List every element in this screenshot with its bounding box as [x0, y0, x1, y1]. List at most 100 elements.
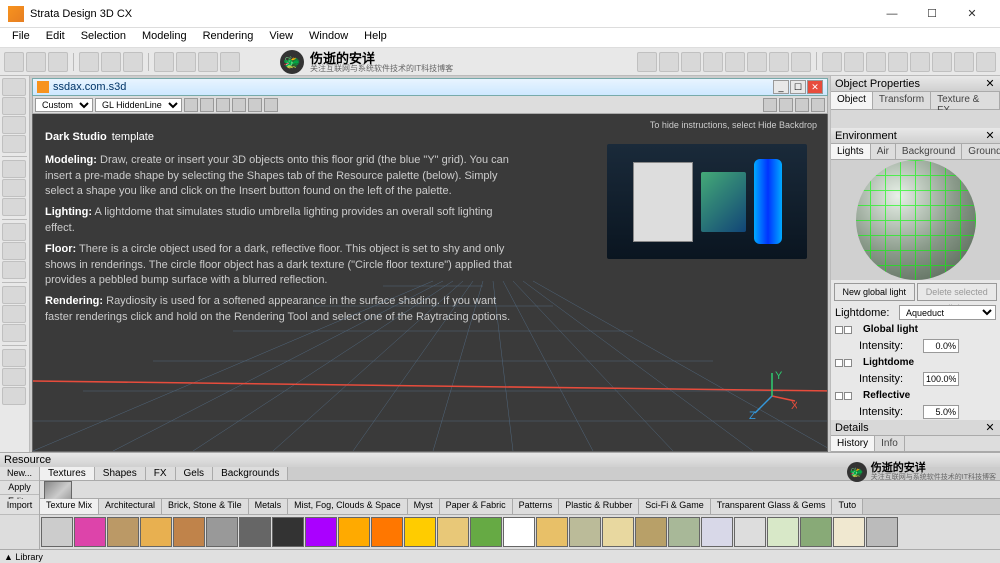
library-footer[interactable]: ▲ Library	[0, 549, 1000, 563]
tool-btn[interactable]	[26, 52, 46, 72]
tool-btn[interactable]	[659, 52, 679, 72]
tool-btn[interactable]	[176, 52, 196, 72]
light-tool[interactable]	[2, 242, 26, 260]
reflective-intensity-input[interactable]	[923, 405, 959, 419]
menu-rendering[interactable]: Rendering	[195, 28, 262, 47]
vp-toggle[interactable]	[216, 98, 230, 112]
tool-btn[interactable]	[844, 52, 864, 72]
tool-btn[interactable]	[154, 52, 174, 72]
misc-tool[interactable]	[2, 387, 26, 405]
lib-tab[interactable]: Patterns	[513, 499, 560, 514]
vp-toggle[interactable]	[200, 98, 214, 112]
tool-btn[interactable]	[888, 52, 908, 72]
texture-swatch[interactable]	[734, 517, 766, 547]
tab-shapes[interactable]: Shapes	[95, 467, 146, 480]
tab-gels[interactable]: Gels	[176, 467, 214, 480]
vp-opt[interactable]	[811, 98, 825, 112]
lib-tab[interactable]: Mist, Fog, Clouds & Space	[288, 499, 408, 514]
menu-modeling[interactable]: Modeling	[134, 28, 195, 47]
pen-tool[interactable]	[2, 179, 26, 197]
tool-btn[interactable]	[703, 52, 723, 72]
tool-btn[interactable]	[220, 52, 240, 72]
misc-tool[interactable]	[2, 368, 26, 386]
global-light-toggle[interactable]	[835, 326, 855, 334]
tab-ground[interactable]: Ground	[962, 144, 1000, 159]
lib-tab[interactable]: Brick, Stone & Tile	[162, 499, 249, 514]
lightdome-select[interactable]: Aqueduct	[899, 305, 996, 320]
camera-tool[interactable]	[2, 223, 26, 241]
texture-swatch[interactable]	[668, 517, 700, 547]
doc-close[interactable]: ✕	[807, 80, 823, 94]
global-intensity-input[interactable]	[923, 339, 959, 353]
tab-history[interactable]: History	[831, 436, 875, 451]
tool-btn[interactable]	[932, 52, 952, 72]
delete-light-button[interactable]: Delete selected light	[917, 283, 998, 301]
viewport-3d[interactable]: To hide instructions, select Hide Backdr…	[32, 114, 828, 452]
view-mode-select[interactable]: Custom	[35, 98, 93, 112]
tab-object[interactable]: Object	[831, 92, 873, 109]
lib-tab[interactable]: Myst	[408, 499, 440, 514]
panel-close-icon[interactable]: ✕	[984, 77, 996, 90]
texture-swatch[interactable]	[41, 517, 73, 547]
tool-btn[interactable]	[4, 52, 24, 72]
render-tool[interactable]	[2, 261, 26, 279]
lightdome-intensity-input[interactable]	[923, 372, 959, 386]
texture-swatch[interactable]	[437, 517, 469, 547]
tab-transform[interactable]: Transform	[873, 92, 931, 109]
tab-textures[interactable]: Textures	[40, 467, 95, 480]
vp-toggle[interactable]	[248, 98, 262, 112]
tool-btn[interactable]	[954, 52, 974, 72]
tool-btn[interactable]	[48, 52, 68, 72]
panel-close-icon[interactable]: ✕	[984, 129, 996, 142]
lib-tab[interactable]: Sci-Fi & Game	[639, 499, 711, 514]
vp-toggle[interactable]	[264, 98, 278, 112]
texture-swatch[interactable]	[569, 517, 601, 547]
panel-close-icon[interactable]: ✕	[984, 421, 996, 434]
tool-btn[interactable]	[976, 52, 996, 72]
texture-swatch[interactable]	[602, 517, 634, 547]
lib-tab[interactable]: Plastic & Rubber	[559, 499, 639, 514]
texture-swatch[interactable]	[833, 517, 865, 547]
tab-info[interactable]: Info	[875, 436, 905, 451]
tool-btn[interactable]	[198, 52, 218, 72]
menu-file[interactable]: File	[4, 28, 38, 47]
vp-opt[interactable]	[763, 98, 777, 112]
lib-tab[interactable]: Architectural	[99, 499, 162, 514]
lib-tab[interactable]: Paper & Fabric	[440, 499, 513, 514]
import-button[interactable]: Import	[0, 499, 39, 515]
shape-tool[interactable]	[2, 160, 26, 178]
tab-air[interactable]: Air	[871, 144, 896, 159]
texture-swatch[interactable]	[272, 517, 304, 547]
menu-edit[interactable]: Edit	[38, 28, 73, 47]
tool-btn[interactable]	[910, 52, 930, 72]
tool-btn[interactable]	[747, 52, 767, 72]
text-tool[interactable]	[2, 198, 26, 216]
tool-btn[interactable]	[681, 52, 701, 72]
tool-btn[interactable]	[822, 52, 842, 72]
tool-btn[interactable]	[79, 52, 99, 72]
new-global-light-button[interactable]: New global light	[834, 283, 915, 301]
orbit-tool[interactable]	[2, 324, 26, 342]
texture-swatch[interactable]	[767, 517, 799, 547]
texture-swatch[interactable]	[470, 517, 502, 547]
menu-window[interactable]: Window	[301, 28, 356, 47]
scale-tool[interactable]	[2, 135, 26, 153]
texture-swatch[interactable]	[635, 517, 667, 547]
tab-texture-fx[interactable]: Texture & FX	[931, 92, 1000, 109]
texture-swatch[interactable]	[173, 517, 205, 547]
environment-preview[interactable]	[831, 160, 1000, 280]
lightdome-toggle[interactable]	[835, 359, 855, 367]
reflective-toggle[interactable]	[835, 392, 855, 400]
close-button[interactable]: ✕	[952, 2, 992, 26]
menu-view[interactable]: View	[261, 28, 301, 47]
menu-help[interactable]: Help	[356, 28, 395, 47]
texture-swatch[interactable]	[239, 517, 271, 547]
lib-tab[interactable]: Texture Mix	[40, 499, 99, 514]
lib-tab[interactable]: Metals	[249, 499, 289, 514]
texture-swatch[interactable]	[305, 517, 337, 547]
new-resource-button[interactable]: New...	[0, 467, 39, 481]
texture-swatch[interactable]	[371, 517, 403, 547]
texture-swatch[interactable]	[404, 517, 436, 547]
tool-btn[interactable]	[725, 52, 745, 72]
tool-btn[interactable]	[791, 52, 811, 72]
